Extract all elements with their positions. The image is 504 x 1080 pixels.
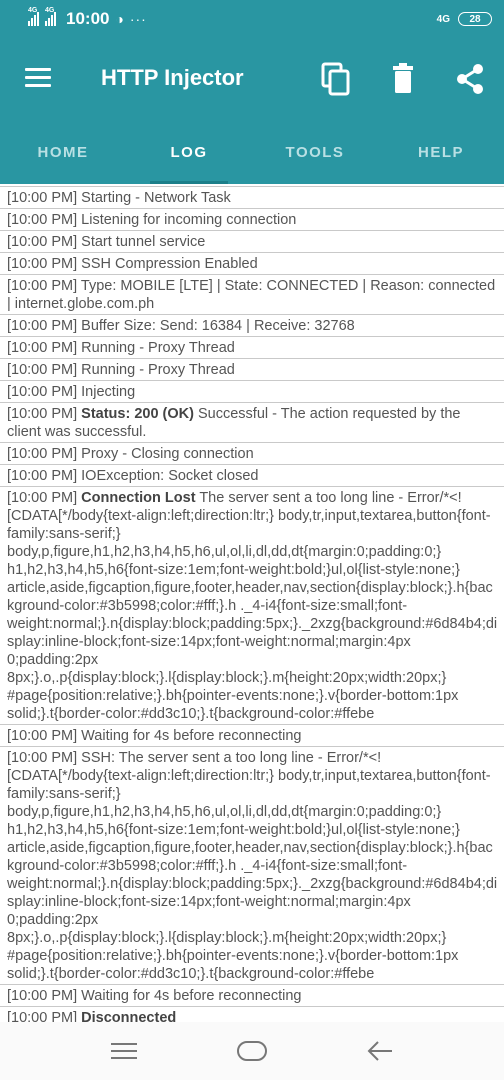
recents-button[interactable]: [99, 1031, 149, 1071]
log-entry: [10:00 PM] Start tunnel service: [0, 230, 504, 252]
copy-icon: [321, 62, 350, 96]
status-right: 4G 28: [437, 12, 492, 26]
app-title: HTTP Injector: [101, 65, 244, 90]
log-entry: [10:00 PM] Listening for incoming connec…: [0, 208, 504, 230]
menu-lines-icon: [111, 1043, 137, 1059]
back-arrow-icon: [367, 1041, 392, 1061]
log-list[interactable]: [10:00 PM] Starting - Network Task [10:0…: [0, 186, 504, 1022]
system-nav-bar: [0, 1022, 504, 1080]
network-type-icon: 4G: [436, 13, 450, 25]
delete-button[interactable]: [389, 62, 421, 96]
share-button[interactable]: [455, 62, 487, 96]
log-entry: [10:00 PM] Running - Proxy Thread: [0, 336, 504, 358]
tab-bar: HOME LOG TOOLS HELP: [0, 120, 504, 184]
notification-icons: ◑ ···: [115, 11, 147, 27]
log-entry: [10:00 PM] Buffer Size: Send: 16384 | Re…: [0, 314, 504, 336]
tab-log[interactable]: LOG: [126, 120, 252, 184]
home-button[interactable]: [227, 1031, 277, 1071]
status-bar: 4G 4G 10:00 ◑ ··· 4G 28: [0, 0, 504, 38]
log-entry: [10:00 PM] SSH: The server sent a too lo…: [0, 746, 504, 984]
signal-icon: 4G: [45, 7, 56, 26]
log-entry: [10:00 PM] Waiting for 4s before reconne…: [0, 984, 504, 1006]
trash-icon: [393, 63, 413, 93]
log-entry: [10:00 PM] Disconnected: [0, 1006, 504, 1022]
home-pill-icon: [237, 1041, 267, 1061]
menu-button[interactable]: [25, 68, 53, 90]
status-time: 10:00: [66, 9, 110, 28]
back-button[interactable]: [355, 1031, 405, 1071]
log-entry: [10:00 PM] Starting - Network Task: [0, 186, 504, 208]
log-entry: [10:00 PM] IOException: Socket closed: [0, 464, 504, 486]
share-icon: [457, 64, 483, 94]
log-entry: [10:00 PM] SSH Compression Enabled: [0, 252, 504, 274]
battery-icon: 28: [458, 12, 492, 26]
app-bar: HTTP Injector: [0, 38, 504, 120]
hamburger-icon: [25, 68, 53, 87]
tab-home[interactable]: HOME: [0, 120, 126, 184]
copy-button[interactable]: [320, 62, 352, 96]
signal-icon: 4G: [28, 7, 39, 26]
log-entry: [10:00 PM] Injecting: [0, 380, 504, 402]
log-entry: [10:00 PM] Status: 200 (OK) Successful -…: [0, 402, 504, 442]
log-entry: [10:00 PM] Proxy - Closing connection: [0, 442, 504, 464]
tab-help[interactable]: HELP: [378, 120, 504, 184]
log-entry: [10:00 PM] Running - Proxy Thread: [0, 358, 504, 380]
tab-tools[interactable]: TOOLS: [252, 120, 378, 184]
log-entry: [10:00 PM] Waiting for 4s before reconne…: [0, 724, 504, 746]
log-entry: [10:00 PM] Connection Lost The server se…: [0, 486, 504, 724]
log-entry: [10:00 PM] Type: MOBILE [LTE] | State: C…: [0, 274, 504, 314]
